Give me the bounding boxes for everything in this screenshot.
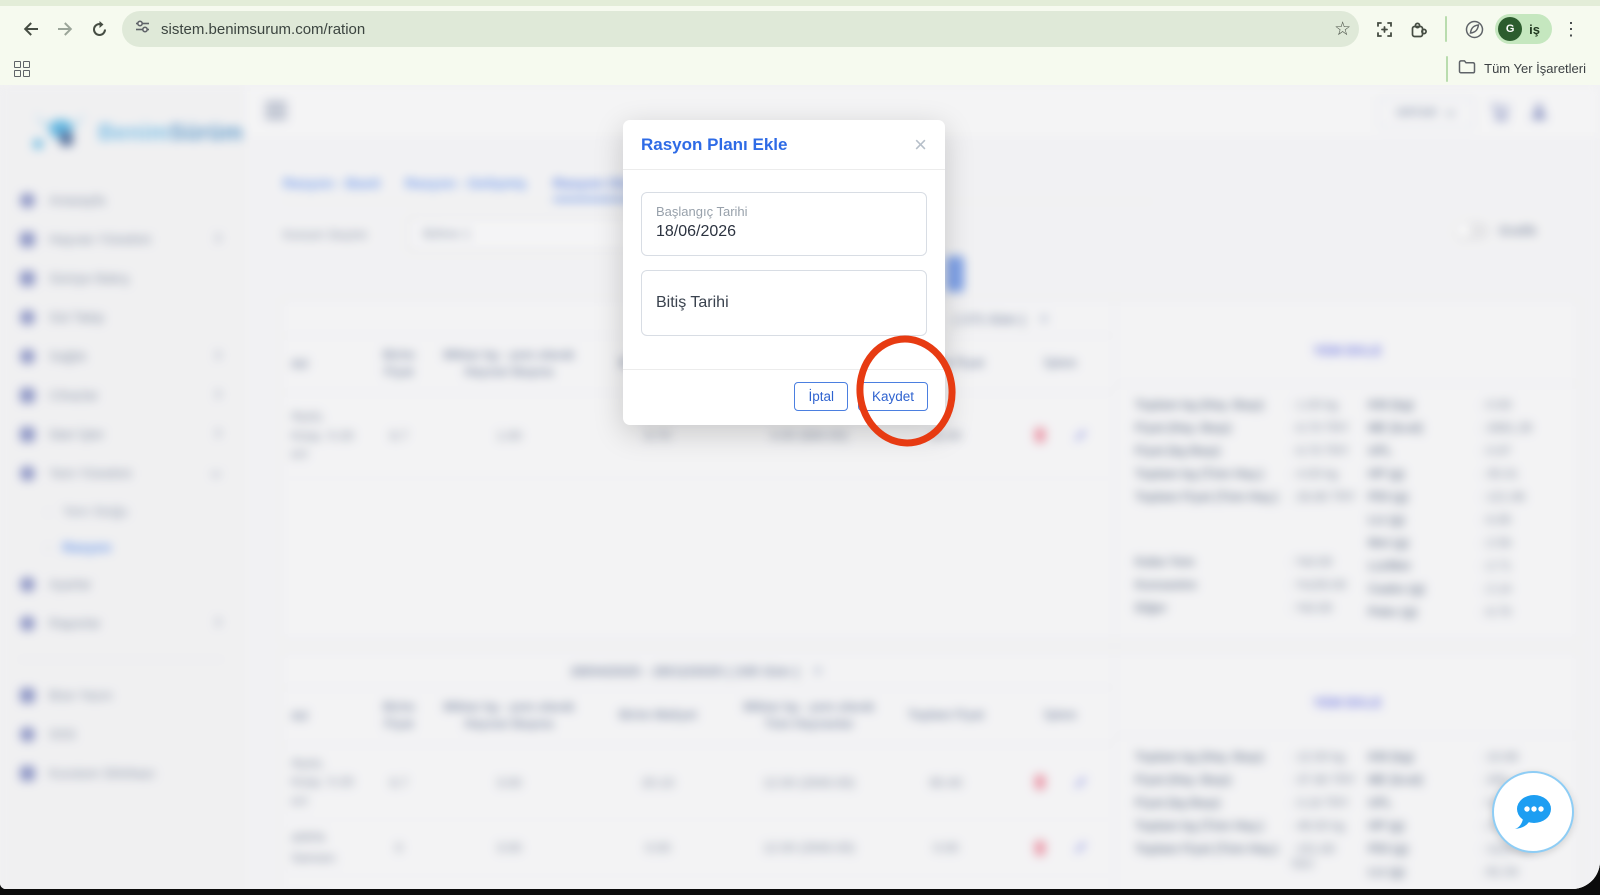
chat-bubble-icon [1515,795,1551,829]
end-date-label: Bitiş Tarihi [656,294,729,311]
screen: sistem.benimsurum.com/ration ☆ G iş ⋮ Tü… [0,0,1600,895]
back-button[interactable] [14,12,48,46]
end-date-field[interactable]: Bitiş Tarihi [641,270,927,336]
reload-button[interactable] [82,12,116,46]
cancel-button[interactable]: İptal [794,382,848,411]
extensions-puzzle-icon[interactable] [1401,12,1435,46]
chat-fab-button[interactable] [1492,771,1574,853]
start-date-value: 18/06/2026 [656,223,737,240]
url-bar[interactable]: sistem.benimsurum.com/ration ☆ [122,11,1360,47]
browser-toolbar: sistem.benimsurum.com/ration ☆ G iş ⋮ [0,6,1600,52]
capture-icon[interactable] [1367,12,1401,46]
rasyon-plani-ekle-modal: Rasyon Planı Ekle × Başlangıç Tarihi 18/… [623,120,945,425]
modal-close-icon[interactable]: × [914,133,927,156]
toolbar-divider [1445,16,1448,42]
bookmarks-bar: Tüm Yer İşaretleri [0,52,1600,85]
avatar: G [1498,17,1523,41]
bookmark-star-icon[interactable]: ☆ [1334,20,1351,39]
start-date-field[interactable]: Başlangıç Tarihi 18/06/2026 [641,192,927,256]
browser-window: sistem.benimsurum.com/ration ☆ G iş ⋮ Tü… [0,0,1600,889]
forward-button[interactable] [48,12,82,46]
app-area: BenimSürüm Anasayfa Hayvan Yönetimi Sürü… [0,85,1600,889]
start-date-label: Başlangıç Tarihi [656,204,748,219]
profile-chip[interactable]: G iş [1495,14,1552,44]
url-text[interactable]: sistem.benimsurum.com/ration [161,21,365,38]
modal-title: Rasyon Planı Ekle [641,134,788,154]
apps-grid-icon[interactable] [14,60,30,77]
site-info-icon[interactable] [134,18,151,40]
browser-chrome: sistem.benimsurum.com/ration ☆ G iş ⋮ Tü… [0,0,1600,85]
save-button[interactable]: Kaydet [857,382,928,411]
folder-icon [1458,59,1476,79]
bookmarks-folder-label[interactable]: Tüm Yer İşaretleri [1484,61,1586,76]
browser-menu-icon[interactable]: ⋮ [1556,19,1586,40]
bookmarks-divider [1446,55,1449,82]
leaf-extension-icon[interactable] [1457,12,1491,46]
profile-name: iş [1529,21,1540,37]
